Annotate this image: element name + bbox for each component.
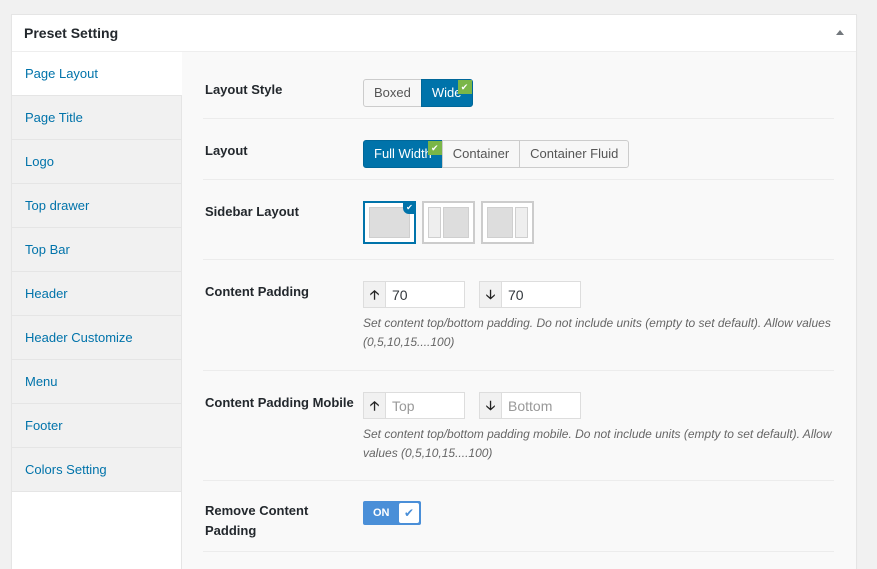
padding-top-input[interactable]: [385, 281, 465, 308]
row-layout: Layout Full Width ✔ Container Container …: [203, 119, 834, 180]
layout-label: Layout: [205, 143, 248, 158]
tab-top-bar[interactable]: Top Bar: [12, 228, 181, 272]
container-fluid-button[interactable]: Container Fluid: [519, 140, 630, 168]
mobile-padding-bottom-input[interactable]: [501, 392, 581, 419]
arrow-down-icon: 🡣: [479, 392, 501, 419]
padding-bottom-input[interactable]: [501, 281, 581, 308]
mobile-padding-top-input[interactable]: [385, 392, 465, 419]
remove-padding-toggle[interactable]: ON ✔: [363, 501, 421, 525]
mobile-padding-top-group: 🡡: [363, 392, 465, 419]
content-padding-label: Content Padding: [205, 284, 309, 299]
tab-colors-setting[interactable]: Colors Setting: [12, 448, 181, 492]
content-padding-description: Set content top/bottom padding. Do not i…: [363, 316, 831, 349]
panel-body: Page Layout Page Title Logo Top drawer T…: [12, 52, 856, 569]
arrow-up-icon: 🡡: [363, 392, 385, 419]
triangle-up-icon[interactable]: [836, 30, 844, 35]
tab-header-customize[interactable]: Header Customize: [12, 316, 181, 360]
arrow-up-icon: 🡡: [363, 281, 385, 308]
row-content-padding-mobile: Content Padding Mobile 🡡 🡣 Set content t…: [203, 371, 834, 481]
content-padding-mobile-label: Content Padding Mobile: [205, 395, 354, 410]
right-sidebar-option[interactable]: [481, 201, 534, 244]
layout-style-buttons: Boxed Wide ✔: [363, 79, 473, 107]
settings-content: Layout Style Boxed Wide ✔ Layout Full Wi…: [182, 52, 856, 569]
container-button[interactable]: Container: [441, 140, 521, 168]
row-content-padding: Content Padding 🡡 🡣 Set content top/bott…: [203, 260, 834, 371]
tabs-filler: [12, 492, 182, 569]
wide-button[interactable]: Wide ✔: [420, 79, 473, 107]
full-width-button-label: Full Width: [374, 146, 432, 161]
check-icon: ✔: [403, 201, 416, 214]
panel-title: Preset Setting: [24, 25, 119, 41]
content-block: [487, 207, 513, 238]
tab-header[interactable]: Header: [12, 272, 181, 316]
tab-footer[interactable]: Footer: [12, 404, 181, 448]
sidebar-block: [515, 207, 528, 238]
boxed-button[interactable]: Boxed: [363, 79, 422, 107]
tab-logo[interactable]: Logo: [12, 140, 181, 184]
tab-menu[interactable]: Menu: [12, 360, 181, 404]
row-layout-style: Layout Style Boxed Wide ✔: [203, 52, 834, 119]
no-sidebar-option[interactable]: ✔: [363, 201, 416, 244]
content-padding-mobile-description: Set content top/bottom padding mobile. D…: [363, 427, 832, 460]
settings-tabs: Page Layout Page Title Logo Top drawer T…: [12, 52, 182, 492]
arrow-down-icon: 🡣: [479, 281, 501, 308]
full-width-button[interactable]: Full Width ✔: [363, 140, 443, 168]
toggle-state-label: ON: [373, 507, 390, 519]
row-sidebar-layout: Sidebar Layout ✔: [203, 180, 834, 260]
layout-style-label: Layout Style: [205, 82, 283, 97]
padding-bottom-group: 🡣: [479, 281, 581, 308]
padding-top-group: 🡡: [363, 281, 465, 308]
tab-top-drawer[interactable]: Top drawer: [12, 184, 181, 228]
sidebar-block: [428, 207, 441, 238]
mobile-padding-bottom-group: 🡣: [479, 392, 581, 419]
content-block: [443, 207, 469, 238]
layout-buttons: Full Width ✔ Container Container Fluid: [363, 140, 630, 168]
preset-setting-panel: Preset Setting Page Layout Page Title Lo…: [11, 14, 857, 569]
left-sidebar-option[interactable]: [422, 201, 475, 244]
remove-content-padding-label: Remove Content Padding: [205, 503, 309, 538]
panel-header[interactable]: Preset Setting: [12, 15, 856, 52]
tab-page-title[interactable]: Page Title: [12, 96, 181, 140]
tab-page-layout[interactable]: Page Layout: [12, 52, 182, 96]
row-remove-content-padding: Remove Content Padding ON ✔: [203, 481, 834, 552]
check-icon: ✔: [457, 80, 472, 94]
sidebar-layout-label: Sidebar Layout: [205, 204, 299, 219]
check-icon: ✔: [427, 141, 442, 155]
check-icon: ✔: [399, 503, 419, 523]
sidebar-layout-options: ✔: [363, 201, 534, 244]
